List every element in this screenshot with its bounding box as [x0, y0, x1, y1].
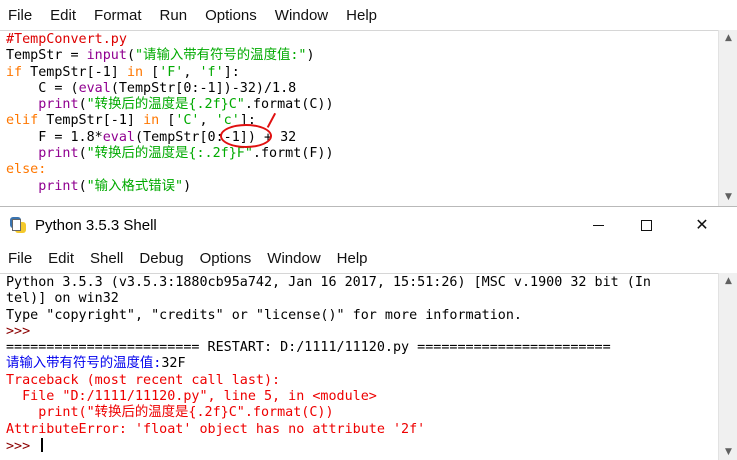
editor-menu-options[interactable]: Options [205, 7, 257, 24]
banner-line-3: Type "copyright", "credits" or "license(… [6, 307, 522, 323]
scroll-down-arrow-icon[interactable]: ▼ [719, 189, 737, 206]
traceback-line-3: print("转换后的温度是{.2f}C".format(C)) [6, 405, 334, 421]
scroll-up-arrow-icon[interactable]: ▲ [719, 273, 737, 290]
shell-menu-debug[interactable]: Debug [139, 250, 183, 267]
error-line: AttributeError: 'float' object has no at… [6, 421, 426, 437]
code-line-9: else: [6, 162, 47, 178]
shell-scrollbar[interactable]: ▲ ▼ [718, 273, 737, 460]
editor-menu-help[interactable]: Help [346, 7, 377, 24]
close-button[interactable]: ✕ [679, 207, 725, 243]
shell-window: Python 3.5.3 Shell ✕ File Edit Shell Deb… [0, 206, 737, 460]
window-title: Python 3.5.3 Shell [35, 216, 157, 234]
editor-menu-file[interactable]: File [8, 7, 32, 24]
traceback-line-2: File "D:/1111/11120.py", line 5, in <mod… [6, 389, 377, 405]
close-icon: ✕ [695, 215, 709, 234]
shell-text-area[interactable]: Python 3.5.3 (v3.5.3:1880cb95a742, Jan 1… [0, 273, 718, 460]
shell-menu-options[interactable]: Options [200, 250, 252, 267]
scroll-down-arrow-icon[interactable]: ▼ [719, 444, 737, 460]
shell-output: Python 3.5.3 (v3.5.3:1880cb95a742, Jan 1… [0, 274, 718, 455]
source-code: #TempConvert.py TempStr = input("请输入带有符号的… [0, 31, 718, 195]
prompt-line: >>> [6, 323, 39, 339]
code-line-6: elif TempStr[-1] in ['C', 'c']: [6, 113, 256, 129]
code-line-3: if TempStr[-1] in ['F', 'f']: [6, 64, 240, 80]
editor-menu-run[interactable]: Run [160, 7, 188, 24]
editor-menu-edit[interactable]: Edit [50, 7, 76, 24]
maximize-button[interactable] [623, 207, 669, 243]
editor-window: File Edit Format Run Options Window Help… [0, 0, 737, 206]
code-line-7: F = 1.8*eval(TempStr[0:-1]) + 32 [6, 129, 297, 145]
banner-line-1: Python 3.5.3 (v3.5.3:1880cb95a742, Jan 1… [6, 275, 651, 290]
shell-menu-edit[interactable]: Edit [48, 250, 74, 267]
restart-line: ======================== RESTART: D:/111… [6, 340, 611, 356]
code-line-5: print("转换后的温度是{.2f}C".format(C)) [38, 97, 334, 113]
traceback-line-1: Traceback (most recent call last): [6, 372, 281, 388]
active-prompt-line: >>> [6, 437, 718, 455]
maximize-icon [640, 220, 652, 231]
editor-text-area[interactable]: #TempConvert.py TempStr = input("请输入带有符号的… [0, 30, 718, 206]
text-cursor [41, 437, 44, 452]
editor-menubar: File Edit Format Run Options Window Help [0, 0, 737, 30]
scroll-up-arrow-icon[interactable]: ▲ [719, 30, 737, 47]
code-line-1: #TempConvert.py [6, 32, 127, 47]
code-line-10: print("输入格式错误") [38, 178, 192, 194]
shell-menu-file[interactable]: File [8, 250, 32, 267]
editor-scrollbar[interactable]: ▲ ▼ [718, 30, 737, 206]
code-line-2: TempStr = input("请输入带有符号的温度值:") [6, 48, 315, 64]
shell-menu-window[interactable]: Window [267, 250, 320, 267]
banner-line-2: tel)] on win32 [6, 291, 119, 307]
shell-titlebar[interactable]: Python 3.5.3 Shell ✕ [0, 207, 737, 243]
code-line-4: C = (eval(TempStr[0:-1])-32)/1.8 [6, 80, 297, 96]
shell-menubar: File Edit Shell Debug Options Window Hel… [0, 243, 737, 273]
python-idle-icon [9, 216, 27, 234]
input-line: 请输入带有符号的温度值:32F [6, 356, 186, 372]
minimize-button[interactable] [575, 207, 621, 243]
red-annotation-circle [220, 124, 272, 148]
editor-menu-window[interactable]: Window [275, 7, 328, 24]
shell-menu-shell[interactable]: Shell [90, 250, 123, 267]
minimize-icon [592, 225, 604, 226]
shell-menu-help[interactable]: Help [337, 250, 368, 267]
editor-menu-format[interactable]: Format [94, 7, 142, 24]
code-line-8: print("转换后的温度是{:.2f}F".formt(F)) [38, 146, 334, 162]
